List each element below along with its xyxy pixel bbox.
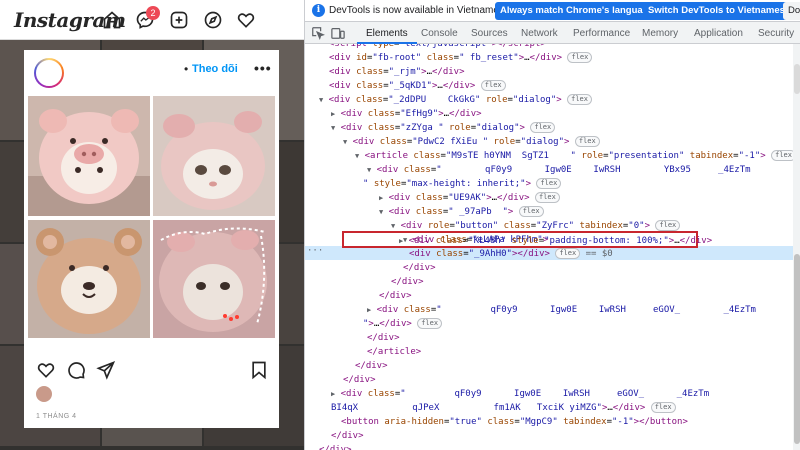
devtools-panel: i DevTools is now available in Vietnames…: [304, 0, 800, 450]
dom-line[interactable]: ▶ <div class=" qF0y9 Igw0E IwRSH eGOV_ _…: [331, 387, 709, 401]
device-toolbar-icon[interactable]: [331, 26, 345, 40]
tab-network[interactable]: Network: [521, 28, 558, 39]
dom-line[interactable]: </div>: [379, 289, 412, 303]
tab-memory[interactable]: Memory: [642, 28, 678, 39]
post-modal: • Theo dõi ••• 1 THÁNG 4: [24, 50, 279, 428]
dom-line[interactable]: ▶ <div class=" qF0y9 Igw0E IwRSH eGOV_ _…: [367, 303, 756, 317]
post-header: • Theo dõi •••: [24, 50, 279, 92]
dom-line[interactable]: ▼ <div class=" qF0y9 Igw0E IwRSH YBx95 _…: [367, 163, 751, 177]
match-language-button[interactable]: Always match Chrome's language: [495, 2, 659, 20]
dom-line[interactable]: </div>: [343, 373, 376, 387]
instagram-topbar: Instagram 2: [0, 0, 304, 40]
dom-line[interactable]: </div>: [319, 443, 352, 450]
dom-line[interactable]: </div>: [355, 359, 388, 373]
dom-line[interactable]: ▼ <div class="PdwC2 fXiEu " role="dialog…: [343, 135, 600, 149]
dom-line[interactable]: ">…</div> flex: [363, 317, 443, 331]
dom-line[interactable]: <script type="text/javascript"></script>: [329, 44, 546, 51]
dom-line[interactable]: </div>: [331, 429, 364, 443]
dom-line[interactable]: <div class="_5qKD1">…</div> flex: [329, 79, 506, 93]
follow-button[interactable]: Theo dõi: [192, 63, 238, 75]
post-username-redacted[interactable]: [74, 65, 184, 77]
tab-application[interactable]: Application: [694, 28, 743, 39]
tab-console[interactable]: Console: [421, 28, 458, 39]
liker-avatar[interactable]: [36, 386, 52, 402]
dom-line-selected[interactable]: <div class="_9AhH0"></div> flex == $0: [409, 247, 613, 261]
tab-sources[interactable]: Sources: [471, 28, 508, 39]
more-options-button[interactable]: •••: [254, 60, 272, 76]
node-actions-dots[interactable]: ···: [307, 246, 323, 256]
dom-line[interactable]: ▼ <div role="button" class="ZyFrc" tabin…: [391, 219, 681, 233]
dom-line[interactable]: ▶ <div class="EfHg9">…</div>: [331, 107, 482, 121]
tab-elements[interactable]: Elements: [366, 28, 408, 39]
post-actions: [24, 356, 279, 386]
photo-cat-pig-costume: [153, 96, 275, 216]
scrollbar-track-marker: [794, 64, 800, 94]
like-icon[interactable]: [36, 360, 56, 380]
new-post-icon[interactable]: [169, 10, 189, 30]
dom-line[interactable]: </div>: [367, 331, 400, 345]
explore-icon[interactable]: [203, 10, 223, 30]
post-date[interactable]: 1 THÁNG 4: [36, 413, 77, 420]
devtools-tabbar: Elements Console Sources Network Perform…: [305, 22, 800, 44]
infobar-message: DevTools is now available in Vietnamese!: [329, 5, 513, 16]
info-icon: i: [312, 4, 325, 17]
instagram-page: Instagram 2 • Theo dõi ••• 1 THÁNG 4: [0, 0, 304, 450]
dom-line[interactable]: BI4qX qJPeX fm1AK TxciK yiMZG">…</div> f…: [331, 401, 676, 415]
save-bookmark-icon[interactable]: [249, 360, 269, 380]
selected-marker: == $0: [585, 249, 613, 259]
post-author-avatar[interactable]: [34, 58, 64, 88]
dom-tree[interactable]: ··· <script type="text/javascript"></scr…: [305, 44, 793, 450]
photo-pig-hoodie: [28, 96, 150, 216]
dom-line[interactable]: </div>: [391, 275, 424, 289]
separator-dot: •: [184, 62, 189, 76]
dom-tree-scrollbar[interactable]: [793, 44, 800, 450]
dom-line[interactable]: <div class="_rjm">…</div>: [329, 65, 465, 79]
switch-language-button[interactable]: Switch DevTools to Vietnamese: [643, 2, 796, 20]
dom-line[interactable]: ▼ <article class="M9sTE h0YNM SgTZ1 " ro…: [355, 149, 793, 163]
dom-line[interactable]: <button aria-hidden="true" class="MgpC9"…: [341, 415, 688, 429]
share-icon[interactable]: [96, 360, 116, 380]
dont-show-again-button[interactable]: Don: [783, 2, 800, 20]
activity-heart-icon[interactable]: [236, 10, 256, 30]
dom-line[interactable]: <div id="fb-root" class=" fb_reset">…</d…: [329, 51, 593, 65]
tab-security[interactable]: Security: [758, 28, 794, 39]
comment-icon[interactable]: [66, 360, 86, 380]
language-infobar: i DevTools is now available in Vietnames…: [305, 0, 800, 22]
dom-line[interactable]: </article>: [367, 345, 421, 359]
notification-badge: 2: [146, 6, 160, 20]
dom-line[interactable]: ▼ <div class=" _97aPb "> flex: [379, 205, 544, 219]
dom-line[interactable]: ▼ <div class="_2dDPU CkGkG" role="dialog…: [319, 93, 592, 107]
close-icon[interactable]: [268, 12, 290, 34]
photo-bear-hoodie: [28, 220, 150, 338]
post-media[interactable]: [24, 92, 279, 395]
screen: Instagram 2 • Theo dõi ••• 1 THÁNG 4 i D…: [0, 0, 800, 450]
dom-line-kl48h[interactable]: ▶ <div class="KL48h" style="padding-bott…: [399, 234, 712, 248]
dom-line[interactable]: ▼ <div class="zZYga " role="dialog"> fle…: [331, 121, 556, 135]
home-icon[interactable]: [102, 10, 122, 30]
dom-line[interactable]: ▶ <div class="UE9AK">…</div> flex: [379, 191, 560, 205]
scrollbar-thumb[interactable]: [794, 254, 800, 444]
photo-cat-lights: [153, 220, 275, 338]
tab-performance[interactable]: Performance: [573, 28, 630, 39]
likes-row: [36, 386, 276, 404]
dom-line[interactable]: </div>: [403, 261, 436, 275]
dom-line[interactable]: " style="max-height: inherit;"> flex: [363, 177, 562, 191]
inspect-element-icon[interactable]: [311, 26, 325, 40]
